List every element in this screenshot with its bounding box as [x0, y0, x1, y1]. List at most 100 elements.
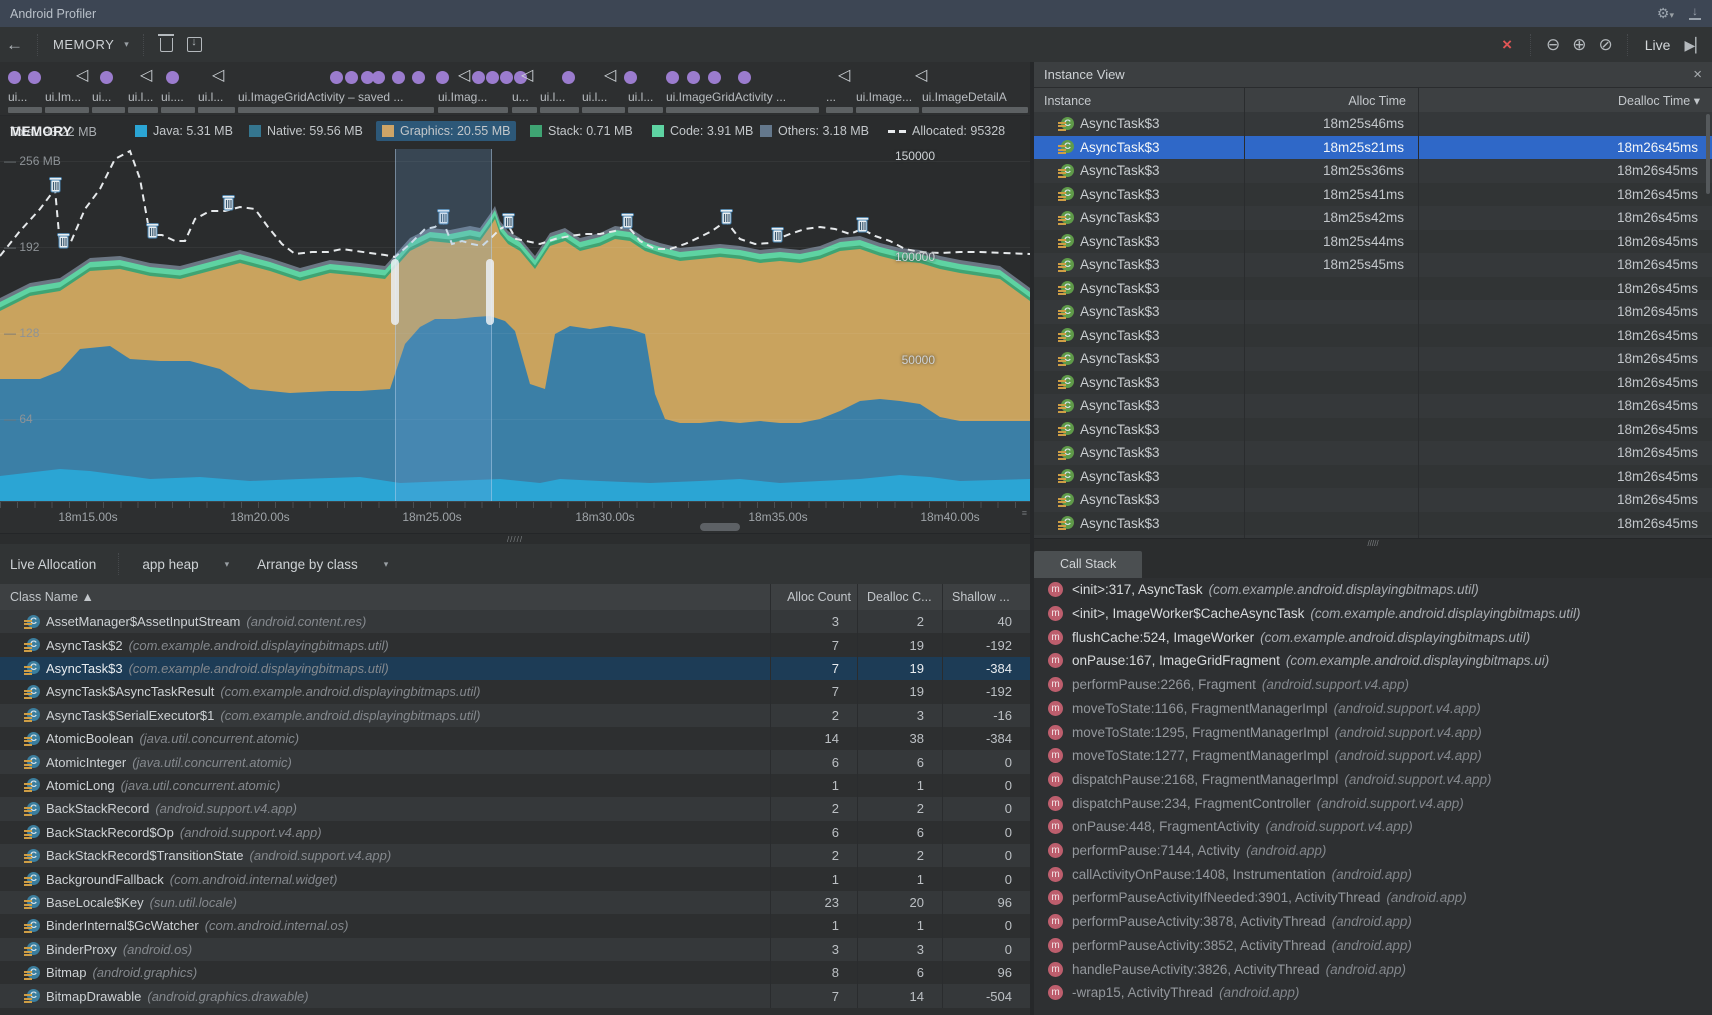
activity-label[interactable]: ui.l... [198, 90, 223, 104]
instance-row[interactable]: CAsyncTask$318m26s45ms [1034, 441, 1712, 465]
activity-label[interactable]: ui... [92, 90, 111, 104]
zoom-out-icon[interactable]: ⊖ [1540, 36, 1566, 53]
selection-handle-right[interactable] [486, 259, 494, 325]
call-stack-frame[interactable]: mcallActivityOnPause:1408, Instrumentati… [1034, 862, 1712, 886]
range-selection[interactable] [395, 149, 492, 501]
table-row[interactable]: CBackStackRecord(android.support.v4.app)… [0, 797, 1030, 820]
call-stack-frame[interactable]: m<init>, ImageWorker$CacheAsyncTask(com.… [1034, 602, 1712, 626]
activity-label[interactable]: ui.l... [540, 90, 565, 104]
gear-icon[interactable]: ⚙▾ [1657, 5, 1674, 22]
column-header[interactable]: Alloc Time [1254, 88, 1406, 114]
table-row[interactable]: CBinderProxy(android.os)330 [0, 938, 1030, 961]
memory-chart[interactable]: 256 MB1921286415000010000050000 [0, 149, 1030, 501]
instance-row[interactable]: CAsyncTask$318m26s45ms [1034, 347, 1712, 371]
table-row[interactable]: CAtomicBoolean(java.util.concurrent.atom… [0, 727, 1030, 750]
gc-trigger-icon[interactable] [160, 38, 173, 52]
column-header[interactable]: Class Name ▲ [10, 584, 764, 610]
instance-row[interactable]: CAsyncTask$318m25s46ms [1034, 112, 1712, 136]
instance-row[interactable]: CAsyncTask$318m26s45ms [1034, 371, 1712, 395]
back-button[interactable]: ← [0, 36, 29, 53]
call-stack-frame[interactable]: mperformPause:7144, Activity(android.app… [1034, 839, 1712, 863]
call-stack-frame[interactable]: mhandlePauseActivity:3826, ActivityThrea… [1034, 957, 1712, 981]
call-stack-frame[interactable]: mflushCache:524, ImageWorker(com.example… [1034, 625, 1712, 649]
activity-label[interactable]: u... [512, 90, 529, 104]
instance-row[interactable]: CAsyncTask$318m26s45ms [1034, 418, 1712, 442]
activity-label[interactable]: ui.... [161, 90, 184, 104]
column-header[interactable]: Shallow ... [952, 584, 1024, 610]
allocation-table-header[interactable]: Class Name ▲ Alloc Count Dealloc C... Shall… [0, 584, 1030, 611]
instance-row[interactable]: CAsyncTask$318m26s45ms [1034, 277, 1712, 301]
instance-row[interactable]: CAsyncTask$318m26s45ms [1034, 512, 1712, 536]
resize-grip[interactable]: ≡ [1022, 508, 1028, 518]
activity-label[interactable]: ui.ImageDetailA [922, 90, 1007, 104]
call-stack-frame[interactable]: mmoveToState:1295, FragmentManagerImpl(a… [1034, 720, 1712, 744]
table-row[interactable]: CAssetManager$AssetInputStream(android.c… [0, 610, 1030, 633]
column-header[interactable]: Dealloc C... [867, 584, 936, 610]
activity-label[interactable]: ui.Im... [45, 90, 81, 104]
instance-row[interactable]: CAsyncTask$318m25s45ms18m26s45ms [1034, 253, 1712, 277]
activity-label[interactable]: ui.ImageGridActivity – saved ... [238, 90, 403, 104]
call-stack-frame[interactable]: mdispatchPause:2168, FragmentManagerImpl… [1034, 768, 1712, 792]
instance-row[interactable]: CAsyncTask$318m26s45ms [1034, 300, 1712, 324]
instance-row[interactable]: CAsyncTask$318m25s42ms18m26s45ms [1034, 206, 1712, 230]
column-header[interactable]: Alloc Count [780, 584, 851, 610]
arrange-dropdown[interactable]: Arrange by class ▾ [243, 557, 402, 572]
table-row[interactable]: CBitmap(android.graphics)8696 [0, 961, 1030, 984]
call-stack-frame[interactable]: m<init>:317, AsyncTask(com.example.andro… [1034, 578, 1712, 602]
activity-label[interactable]: ui.l... [628, 90, 653, 104]
close-icon[interactable]: × [1693, 62, 1702, 88]
activity-label[interactable]: ui.Image... [856, 90, 912, 104]
call-stack-frame[interactable]: m-wrap15, ActivityThread(android.app) [1034, 981, 1712, 1005]
session-type-dropdown[interactable]: MEMORY ▾ [47, 37, 135, 52]
activity-label[interactable]: ui... [8, 90, 27, 104]
activity-label[interactable]: ui.ImageGridActivity ... [666, 90, 786, 104]
call-stack-frame[interactable]: mmoveToState:1277, FragmentManagerImpl(a… [1034, 744, 1712, 768]
table-row[interactable]: CBackgroundFallback(com.android.internal… [0, 867, 1030, 890]
zoom-in-icon[interactable]: ⊕ [1566, 36, 1592, 53]
instance-row[interactable]: CAsyncTask$318m26s45ms [1034, 324, 1712, 348]
call-stack-frame[interactable]: mdispatchPause:234, FragmentController(a… [1034, 791, 1712, 815]
column-header[interactable]: Dealloc Time ▾ [1428, 88, 1700, 114]
timeline-scrollbar[interactable] [700, 523, 740, 531]
activity-label[interactable]: ui.l... [582, 90, 607, 104]
table-row[interactable]: CBackStackRecord$TransitionState(android… [0, 844, 1030, 867]
table-row[interactable]: CBackStackRecord$Op(android.support.v4.a… [0, 821, 1030, 844]
instance-scrollbar[interactable] [1706, 114, 1710, 194]
call-stack-frame[interactable]: monPause:448, FragmentActivity(android.s… [1034, 815, 1712, 839]
export-heap-icon[interactable] [187, 37, 202, 52]
instance-row[interactable]: CAsyncTask$318m26s45ms [1034, 465, 1712, 489]
instance-row[interactable]: CAsyncTask$318m25s36ms18m26s45ms [1034, 159, 1712, 183]
skip-to-live-icon[interactable]: ▶▏ [1678, 38, 1712, 52]
live-button[interactable]: Live [1645, 37, 1671, 53]
call-stack-frame[interactable]: mperformPauseActivity:3852, ActivityThre… [1034, 934, 1712, 958]
instance-row[interactable]: CAsyncTask$318m26s45ms [1034, 488, 1712, 512]
call-stack-frame[interactable]: mperformPauseActivity:3878, ActivityThre… [1034, 910, 1712, 934]
instance-row[interactable]: CAsyncTask$318m26s45ms [1034, 394, 1712, 418]
table-row[interactable]: CBaseLocale$Key(sun.util.locale)232096 [0, 891, 1030, 914]
table-row[interactable]: CAsyncTask$SerialExecutor$1(com.example.… [0, 704, 1030, 727]
call-stack-frame[interactable]: mperformPauseActivityIfNeeded:3901, Acti… [1034, 886, 1712, 910]
call-stack-frame[interactable]: mperformPause:2266, Fragment(android.sup… [1034, 673, 1712, 697]
tab-call-stack[interactable]: Call Stack [1034, 551, 1142, 578]
table-row[interactable]: CAsyncTask$3(com.example.android.display… [0, 657, 1030, 680]
activity-label[interactable]: ui.l... [128, 90, 153, 104]
column-header[interactable]: Instance [1044, 88, 1232, 114]
call-stack-frame[interactable]: monPause:167, ImageGridFragment(com.exam… [1034, 649, 1712, 673]
zoom-reset-icon[interactable]: ⊘ [1593, 36, 1619, 53]
table-row[interactable]: CBitmapDrawable(android.graphics.drawabl… [0, 984, 1030, 1007]
instance-row[interactable]: CAsyncTask$318m25s41ms18m26s45ms [1034, 183, 1712, 207]
call-stack-frame[interactable]: mmoveToState:1166, FragmentManagerImpl(a… [1034, 697, 1712, 721]
heap-dropdown[interactable]: app heap ▾ [128, 557, 243, 572]
table-row[interactable]: CBinderInternal$GcWatcher(com.android.in… [0, 914, 1030, 937]
instance-row[interactable]: CAsyncTask$318m25s44ms18m26s45ms [1034, 230, 1712, 254]
selection-handle-left[interactable] [391, 259, 399, 325]
table-row[interactable]: CAsyncTask$2(com.example.android.display… [0, 633, 1030, 656]
download-icon[interactable] [1688, 8, 1702, 20]
table-row[interactable]: CAtomicLong(java.util.concurrent.atomic)… [0, 774, 1030, 797]
table-row[interactable]: CAtomicInteger(java.util.concurrent.atom… [0, 750, 1030, 773]
close-session-icon[interactable]: × [1492, 35, 1522, 55]
instance-row[interactable]: CAsyncTask$318m25s21ms18m26s45ms [1034, 136, 1712, 160]
table-row[interactable]: CAsyncTask$AsyncTaskResult(com.example.a… [0, 680, 1030, 703]
instance-table-header[interactable]: Instance Alloc Time Dealloc Time ▾ [1034, 88, 1712, 113]
activity-label[interactable]: ui.Imag... [438, 90, 487, 104]
